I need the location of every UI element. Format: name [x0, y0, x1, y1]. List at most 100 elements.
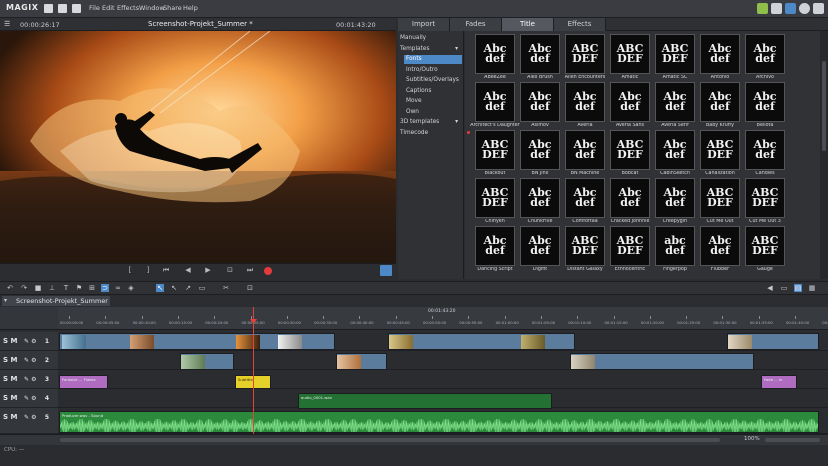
video-clip[interactable] — [570, 353, 754, 370]
font-tile[interactable]: ABC DEF — [700, 130, 740, 170]
marker-icon[interactable]: ⚑ — [75, 284, 83, 292]
trim-icon[interactable]: ✂ — [222, 284, 230, 292]
tree-item-captions[interactable]: Captions — [404, 87, 462, 96]
grid-scrollbar[interactable] — [820, 31, 828, 279]
track-header-3[interactable]: S M 3 ✎ ⚙ — [0, 370, 58, 389]
font-tile[interactable]: Abc def — [655, 130, 695, 170]
cut-icon[interactable]: ⊥ — [48, 284, 56, 292]
menu-share[interactable]: Share — [163, 4, 182, 12]
tree-item-timecode[interactable]: Timecode — [398, 129, 462, 138]
font-tile[interactable]: Abc def — [520, 226, 560, 266]
new-file-icon[interactable] — [44, 4, 53, 13]
save-icon[interactable] — [72, 4, 81, 13]
link-icon[interactable]: ∞ — [114, 284, 122, 292]
font-tile[interactable]: Abc def — [475, 82, 515, 122]
jump-start-icon[interactable]: ⏮ — [161, 266, 171, 275]
font-tile[interactable]: Abc def — [475, 34, 515, 74]
jump-end-icon[interactable]: ⏭ — [245, 266, 255, 275]
open-folder-icon[interactable] — [58, 4, 67, 13]
help-icon[interactable] — [799, 3, 810, 14]
tree-item-fonts[interactable]: Fonts — [404, 55, 462, 64]
fit-icon[interactable]: ⊡ — [246, 284, 254, 292]
solo-mute-buttons[interactable]: S M — [3, 375, 17, 383]
track-lane-3[interactable] — [58, 370, 828, 389]
font-tile[interactable]: Abc def — [610, 82, 650, 122]
font-tile[interactable]: Abc def — [565, 178, 605, 218]
menu-effects[interactable]: Effects — [117, 4, 139, 12]
menu-file[interactable]: File — [89, 4, 100, 12]
font-tile[interactable]: Abc def — [520, 130, 560, 170]
menu-help[interactable]: Help — [183, 4, 198, 12]
text-icon[interactable]: T — [62, 284, 70, 292]
range-icon[interactable]: ▭ — [198, 284, 206, 292]
font-tile[interactable]: Abc def — [520, 82, 560, 122]
title-clip[interactable]: Fade ... in — [761, 375, 797, 389]
mark-out-icon[interactable]: ] — [143, 266, 153, 275]
font-tile[interactable]: Abc def — [655, 178, 695, 218]
play-icon[interactable]: ▶ — [203, 266, 213, 275]
hamburger-icon[interactable]: ☰ — [4, 20, 10, 28]
font-tile[interactable]: Abc def — [565, 130, 605, 170]
project-menu-icon[interactable]: ▾ — [4, 297, 7, 304]
snap-icon[interactable]: ⊃ — [101, 284, 109, 292]
menu-window[interactable]: Window — [139, 4, 165, 12]
flash-icon[interactable] — [380, 265, 392, 276]
font-tile[interactable]: Abc def — [655, 82, 695, 122]
solo-mute-buttons[interactable]: S M — [3, 394, 17, 402]
font-tile[interactable]: Abc def — [700, 82, 740, 122]
tree-item-own[interactable]: Own — [404, 108, 462, 117]
delete-icon[interactable]: ■ — [34, 284, 42, 292]
track-header-1[interactable]: S M 1 ✎ ⚙ — [0, 332, 58, 351]
tree-item-subtitles-overlays[interactable]: Subtitles/Overlays — [404, 76, 462, 85]
font-tile[interactable]: Abc def — [520, 178, 560, 218]
font-tile[interactable]: ABC DEF — [475, 178, 515, 218]
tree-item-3d-templates[interactable]: 3D templates ▾ — [398, 118, 462, 127]
tree-item-manually[interactable]: Manually — [398, 34, 462, 43]
video-clip[interactable] — [59, 333, 335, 350]
track-settings-icon[interactable]: ✎ ⚙ — [24, 351, 37, 370]
record-icon[interactable] — [264, 267, 272, 275]
track-header-5[interactable]: S M 5 ✎ ⚙ — [0, 408, 58, 434]
track-header-2[interactable]: S M 2 ✎ ⚙ — [0, 351, 58, 370]
font-tile[interactable]: ABC DEF — [655, 34, 695, 74]
pointer-stretch-icon[interactable]: ↗ — [184, 284, 192, 292]
store-icon[interactable] — [757, 3, 768, 14]
mark-in-icon[interactable]: [ — [125, 266, 135, 275]
audio-clip-long[interactable]: Producer.wav - Sound — [59, 411, 819, 433]
tab-import[interactable]: Import — [398, 18, 450, 31]
monitor-icon[interactable]: ▭ — [780, 284, 788, 292]
track-settings-icon[interactable]: ✎ ⚙ — [24, 389, 37, 408]
playhead[interactable] — [253, 307, 254, 434]
font-tile[interactable]: Abc def — [565, 82, 605, 122]
undo-icon[interactable]: ↶ — [6, 284, 14, 292]
font-tile[interactable]: ABC DEF — [610, 226, 650, 266]
font-tile[interactable]: Abc def — [520, 34, 560, 74]
font-tile[interactable]: ABC DEF — [565, 34, 605, 74]
rewind-icon[interactable]: ◀ — [183, 266, 193, 275]
title-clip[interactable]: Fontsize ... Flakes — [59, 375, 108, 389]
horizontal-scrollbar[interactable] — [60, 438, 720, 442]
tree-item-move[interactable]: Move — [404, 97, 462, 106]
pointer-icon[interactable]: ↖ — [156, 284, 164, 292]
tab-title[interactable]: Title — [502, 18, 554, 31]
lock-icon[interactable]: ◈ — [127, 284, 135, 292]
zoom-slider[interactable] — [765, 438, 820, 442]
font-tile[interactable]: Abc def — [745, 82, 785, 122]
font-tile[interactable]: Abc def — [700, 34, 740, 74]
speaker-icon[interactable]: ◀ — [766, 284, 774, 292]
font-tile[interactable]: ABC DEF — [475, 130, 515, 170]
redo-icon[interactable]: ↷ — [20, 284, 28, 292]
video-clip[interactable] — [180, 353, 234, 370]
menu-edit[interactable]: Edit — [102, 4, 115, 12]
frame-icon[interactable]: ⊡ — [225, 266, 235, 275]
project-tab[interactable]: Screenshot-Projekt_Summer — [2, 296, 110, 306]
font-tile[interactable]: Abc def — [745, 130, 785, 170]
cart-icon[interactable] — [771, 3, 782, 14]
font-tile[interactable]: Abc def — [610, 178, 650, 218]
group-icon[interactable]: ⊞ — [88, 284, 96, 292]
solo-mute-buttons[interactable]: S M — [3, 337, 17, 345]
video-clip[interactable] — [388, 333, 575, 350]
audio-clip[interactable]: audio_0001.wav — [298, 393, 552, 409]
solo-mute-buttons[interactable]: S M — [3, 356, 17, 364]
font-tile[interactable]: abc def — [655, 226, 695, 266]
